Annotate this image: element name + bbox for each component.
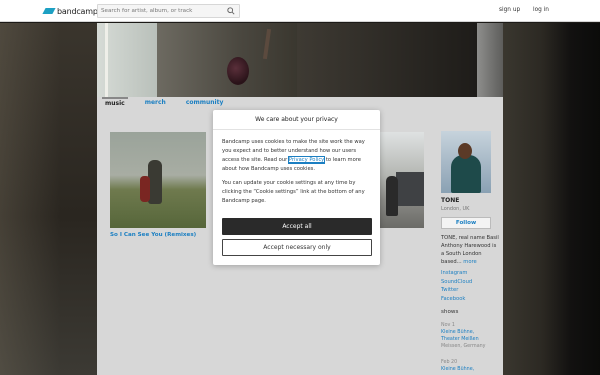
cookie-paragraph: Bandcamp uses cookies to make the site w… <box>222 138 372 174</box>
accept-necessary-button[interactable]: Accept necessary only <box>222 239 372 256</box>
privacy-dialog: We care about your privacy Bandcamp uses… <box>213 110 380 265</box>
bandcamp-logo[interactable]: bandcamp <box>42 5 98 17</box>
log-in-link[interactable]: log in <box>533 7 549 13</box>
dialog-body: Bandcamp uses cookies to make the site w… <box>222 138 372 211</box>
search-box[interactable] <box>97 4 240 18</box>
cookie-settings-paragraph: You can update your cookie settings at a… <box>222 180 365 204</box>
top-bar: bandcamp sign up log in <box>0 0 600 22</box>
bandcamp-logo-icon <box>42 8 56 14</box>
search-icon[interactable] <box>227 7 235 15</box>
search-input[interactable] <box>101 5 221 17</box>
dialog-title: We care about your privacy <box>213 110 380 130</box>
privacy-policy-link[interactable]: Privacy Policy <box>287 156 326 164</box>
logo-text: bandcamp <box>57 6 98 16</box>
sign-up-link[interactable]: sign up <box>499 7 520 13</box>
accept-all-button[interactable]: Accept all <box>222 218 372 235</box>
